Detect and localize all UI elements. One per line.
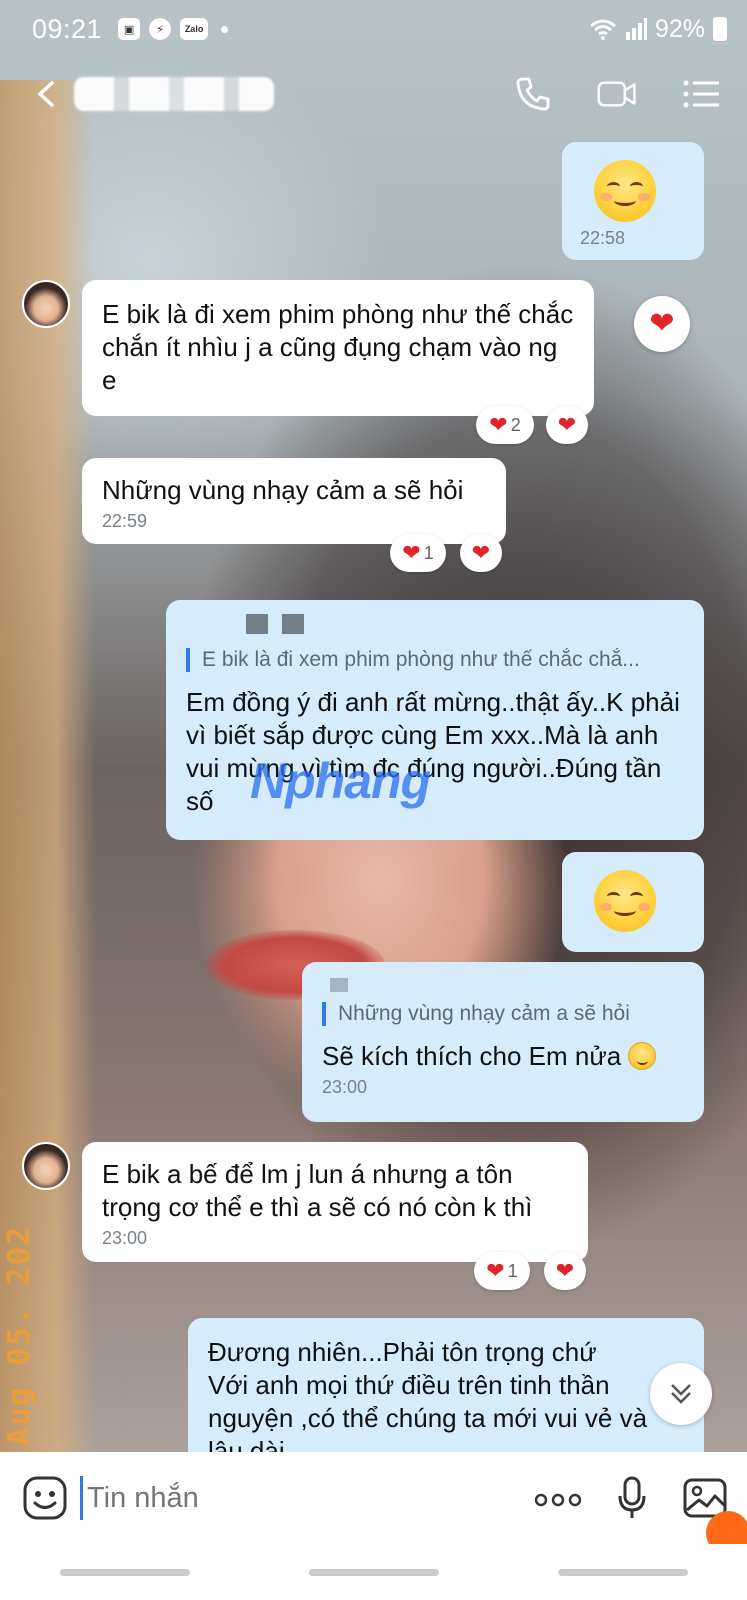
message-time: 23:00 <box>322 1077 368 1097</box>
reaction-button[interactable]: ❤ <box>544 1252 586 1290</box>
heart-icon: ❤ <box>489 412 508 437</box>
sticker-icon[interactable] <box>22 1475 68 1521</box>
scroll-to-bottom-button[interactable] <box>650 1363 712 1425</box>
options-button[interactable] <box>681 74 721 114</box>
message-incoming[interactable]: E bik là đi xem phim phòng như thế chắc … <box>82 280 594 416</box>
react-button[interactable]: ❤ <box>634 296 690 352</box>
chat-header <box>0 58 747 130</box>
heart-icon: ❤ <box>557 412 577 437</box>
message-outgoing[interactable]: Đương nhiên...Phải tôn trọng chứ Với anh… <box>188 1318 704 1458</box>
reaction-count: 1 <box>423 542 434 563</box>
system-navigation-bar <box>0 1544 747 1600</box>
nav-home[interactable] <box>308 1568 439 1576</box>
reaction-summary[interactable]: ❤ 1 <box>390 534 446 572</box>
message-outgoing-reply[interactable]: Những vùng nhạy cảm a sẽ hỏi Sẽ kích thí… <box>302 962 704 1122</box>
message-outgoing-emoji[interactable]: 22:58 <box>562 142 704 260</box>
message-text: E bik là đi xem phim phòng như thế chắc … <box>102 299 574 395</box>
status-system-icons: 92% <box>589 15 727 44</box>
message-text: Những vùng nhạy cảm a sẽ hỏi <box>102 475 464 505</box>
more-options-button[interactable] <box>534 1481 582 1515</box>
message-text: Đương nhiên...Phải tôn trọng chứ Với anh… <box>208 1337 648 1458</box>
menu-icon <box>683 80 719 108</box>
contact-name-redacted[interactable] <box>74 77 274 111</box>
message-incoming[interactable]: Những vùng nhạy cảm a sẽ hỏi 22:59 <box>82 458 506 544</box>
gallery-icon: ▣ <box>118 18 141 40</box>
wifi-icon <box>589 19 616 40</box>
text-cursor <box>80 1476 83 1520</box>
reaction-count: 2 <box>510 414 521 435</box>
message-time: 22:58 <box>580 228 626 248</box>
more-notifications-dot <box>221 25 229 33</box>
nav-back[interactable] <box>557 1568 688 1576</box>
message-outgoing-reply[interactable]: E bik là đi xem phim phòng như thế chắc … <box>166 600 704 840</box>
heart-icon: ❤ <box>486 1258 505 1283</box>
message-time: 23:00 <box>102 1228 148 1248</box>
more-dots-icon <box>534 1493 582 1507</box>
smiling-face-icon <box>594 160 656 222</box>
reaction-button[interactable]: ❤ <box>546 406 588 444</box>
phone-icon <box>516 77 550 111</box>
zalo-icon: Zalo <box>180 18 209 40</box>
heart-icon: ❤ <box>402 540 421 565</box>
status-time: 09:21 <box>32 13 103 44</box>
message-composer <box>0 1452 747 1544</box>
quoted-sender-redacted <box>330 978 684 994</box>
quoted-sender-redacted <box>246 614 684 636</box>
message-input[interactable] <box>87 1481 447 1515</box>
heart-icon: ❤ <box>555 1258 575 1283</box>
quoted-message[interactable]: E bik là đi xem phim phòng như thế chắc … <box>186 648 684 672</box>
reaction-button[interactable]: ❤ <box>460 534 502 572</box>
status-notification-icons: ▣ ⚡ Zalo <box>118 18 229 40</box>
smiling-face-icon <box>628 1042 657 1070</box>
battery-icon <box>713 17 727 41</box>
reaction-summary[interactable]: ❤ 2 <box>476 406 534 444</box>
status-bar: 09:21 ▣ ⚡ Zalo 92% <box>0 0 747 58</box>
message-text-content: Sẽ kích thích cho Em nửa <box>322 1041 622 1071</box>
double-chevron-down-icon <box>671 1384 691 1404</box>
photo-date-stamp: Aug 05. 202 <box>2 1225 37 1446</box>
nav-recent-apps[interactable] <box>59 1568 190 1576</box>
message-incoming[interactable]: E bik a bế để lm j lun á nhưng a tôn trọ… <box>82 1142 588 1262</box>
message-text: Sẽ kích thích cho Em nửa <box>322 1040 684 1073</box>
message-text: E bik a bế để lm j lun á nhưng a tôn trọ… <box>102 1159 533 1222</box>
battery-percent: 92% <box>654 14 705 43</box>
message-text: Em đồng ý đi anh rất mừng..thật ấy..K ph… <box>186 687 680 816</box>
reaction-count: 1 <box>507 1260 518 1281</box>
video-call-icon <box>597 81 636 107</box>
messenger-icon: ⚡ <box>149 18 172 40</box>
heart-icon: ❤ <box>471 540 491 565</box>
message-outgoing-emoji[interactable] <box>562 852 704 952</box>
quoted-message[interactable]: Những vùng nhạy cảm a sẽ hỏi <box>322 1002 684 1026</box>
heart-icon: ❤ <box>649 307 675 340</box>
microphone-icon[interactable] <box>617 1476 647 1520</box>
contact-avatar[interactable] <box>22 280 70 328</box>
header-actions <box>513 74 721 114</box>
reaction-summary[interactable]: ❤ 1 <box>474 1252 530 1290</box>
message-time: 22:59 <box>102 511 148 531</box>
contact-avatar[interactable] <box>22 1142 70 1190</box>
back-arrow-icon[interactable] <box>32 79 62 109</box>
composer-actions <box>534 1476 727 1520</box>
smiling-face-icon <box>594 870 656 932</box>
video-call-button[interactable] <box>597 74 637 114</box>
signal-icon <box>625 18 647 40</box>
call-button[interactable] <box>513 74 553 114</box>
